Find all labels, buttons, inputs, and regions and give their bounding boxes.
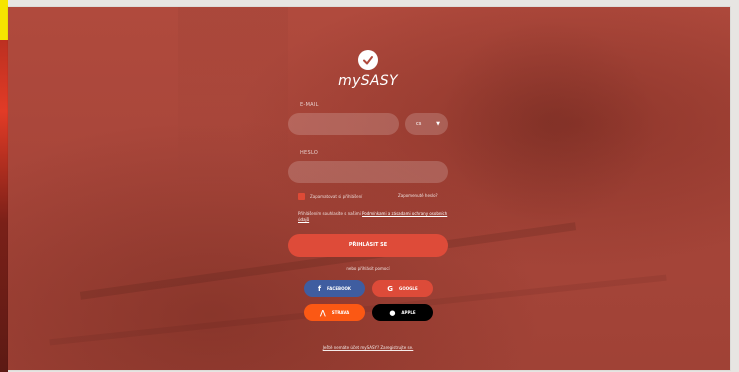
brand-logo: mySASY	[336, 50, 400, 89]
google-label: GOOGLE	[399, 286, 418, 291]
corner-badge	[0, 0, 8, 40]
remember-label: Zapamatovat si přihlášení	[310, 193, 363, 199]
brand-name: mySASY	[338, 73, 398, 89]
background-leg-shape	[178, 7, 288, 197]
register-link[interactable]: Ještě nemáte účet mySASY? Zaregistrujte …	[288, 345, 448, 350]
chevron-down-icon: ▼	[436, 121, 440, 127]
facebook-label: FACEBOOK	[327, 286, 352, 291]
remember-checkbox[interactable]	[298, 192, 305, 200]
remember-me[interactable]: Zapamatovat si přihlášení	[298, 192, 362, 200]
facebook-icon: f	[317, 284, 322, 293]
forgot-password-link[interactable]: Zapomenuté heslo?	[398, 193, 438, 198]
apple-icon: ●	[389, 308, 396, 317]
google-icon: G	[387, 284, 394, 293]
facebook-login-button[interactable]: f FACEBOOK	[304, 280, 365, 297]
strava-icon: ⋀	[319, 308, 326, 317]
left-edge-strip	[0, 0, 8, 372]
google-login-button[interactable]: G GOOGLE	[372, 280, 433, 297]
strava-label: STRAVA	[331, 310, 350, 315]
logo-mark-icon	[358, 50, 378, 70]
apple-login-button[interactable]: ● APPLE	[372, 304, 433, 321]
or-login-with-text: nebo přihlásit pomocí	[346, 266, 390, 271]
apple-label: APPLE	[401, 310, 416, 315]
password-field[interactable]	[288, 161, 448, 183]
background-shoe-shape	[438, 17, 658, 227]
language-select[interactable]: cs ▼	[405, 113, 448, 135]
strava-login-button[interactable]: ⋀ STRAVA	[304, 304, 365, 321]
password-label: HESLO	[300, 150, 319, 156]
email-field[interactable]	[288, 113, 399, 135]
language-value: cs	[416, 121, 422, 127]
email-label: E-MAIL	[300, 102, 319, 108]
login-button[interactable]: PŘIHLÁSIT SE	[288, 234, 448, 257]
consent-prefix: Přihlášením souhlasíte s našimi	[298, 211, 361, 216]
consent-text: Přihlášením souhlasíte s našimi Podmínka…	[298, 211, 458, 223]
